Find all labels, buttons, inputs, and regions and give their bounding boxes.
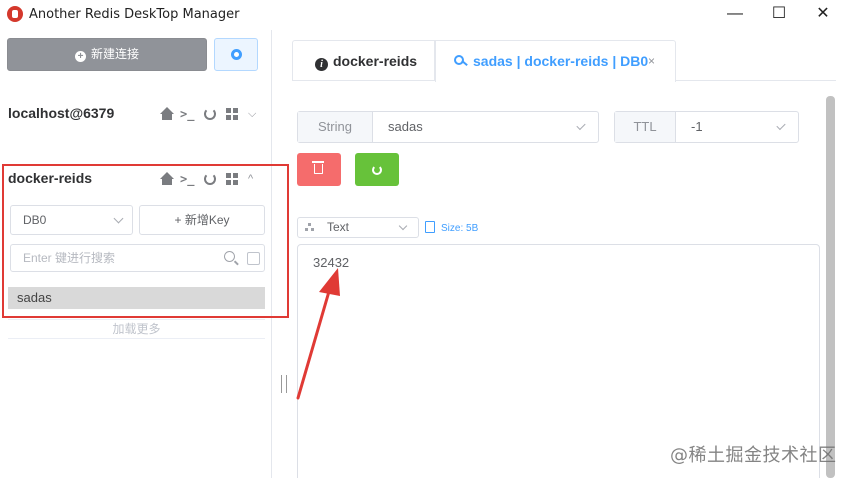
- sidebar-resize-handle[interactable]: [281, 375, 287, 393]
- close-tab-icon[interactable]: ×: [648, 41, 655, 81]
- tab-label: sadas | docker-reids | DB0: [473, 53, 649, 69]
- trash-icon: [312, 161, 324, 174]
- ttl-field: TTL -1: [614, 111, 799, 143]
- refresh-key-button[interactable]: [355, 153, 399, 186]
- new-connection-label: 新建连接: [90, 47, 139, 61]
- annotation-highlight-box: [2, 164, 289, 318]
- value-size: Size: 5B: [441, 223, 479, 234]
- main-scrollbar[interactable]: [826, 96, 835, 478]
- refresh-icon[interactable]: [204, 108, 216, 120]
- chevron-down-icon[interactable]: ⌵: [248, 107, 256, 121]
- value-text[interactable]: 32432: [313, 255, 349, 270]
- tab-label: docker-reids: [333, 53, 418, 69]
- maximize-button[interactable]: ☐: [756, 0, 802, 30]
- info-icon: i: [315, 58, 328, 71]
- close-window-button[interactable]: ✕: [800, 0, 846, 30]
- tab-bar: i docker-reids sadas | docker-reids | DB0…: [292, 40, 836, 82]
- tab-key-detail[interactable]: sadas | docker-reids | DB0 ×: [435, 40, 676, 82]
- key-icon: [454, 55, 468, 67]
- watermark: @稀土掘金技术社区: [670, 445, 837, 466]
- window-title: Another Redis DeskTop Manager: [29, 7, 240, 22]
- view-mode-value: Text: [327, 220, 350, 234]
- terminal-icon[interactable]: >_: [180, 107, 194, 121]
- view-mode-select[interactable]: Text: [297, 217, 419, 238]
- key-name-field: String sadas: [297, 111, 599, 143]
- load-more-button[interactable]: 加载更多: [8, 319, 265, 339]
- tab-connection-info[interactable]: i docker-reids: [292, 40, 435, 81]
- title-bar: Another Redis DeskTop Manager — ☐ ✕: [0, 0, 846, 30]
- app-logo-icon: [7, 6, 23, 22]
- sidebar: + 新建连接 localhost@6379 >_ ⌵ docker-reids >…: [0, 30, 289, 478]
- settings-button[interactable]: [214, 38, 258, 71]
- grid-icon[interactable]: [226, 108, 238, 120]
- ttl-input[interactable]: -1: [691, 112, 703, 142]
- new-connection-button[interactable]: + 新建连接: [7, 38, 207, 71]
- key-name-input[interactable]: sadas: [388, 112, 423, 142]
- plus-circle-icon: +: [74, 51, 86, 62]
- gear-icon: [231, 49, 242, 60]
- minimize-button[interactable]: —: [712, 0, 758, 30]
- refresh-icon: [372, 165, 382, 175]
- delete-key-button[interactable]: [297, 153, 341, 186]
- confirm-rename-icon[interactable]: [576, 120, 586, 131]
- key-type-label: String: [298, 112, 373, 142]
- connection-name-localhost[interactable]: localhost@6379: [8, 105, 114, 121]
- home-icon[interactable]: [160, 107, 174, 121]
- ttl-label: TTL: [615, 112, 676, 142]
- file-icon: [425, 221, 435, 233]
- tree-icon: [305, 223, 314, 232]
- confirm-ttl-icon[interactable]: [776, 120, 786, 131]
- chevron-down-icon: [398, 221, 408, 231]
